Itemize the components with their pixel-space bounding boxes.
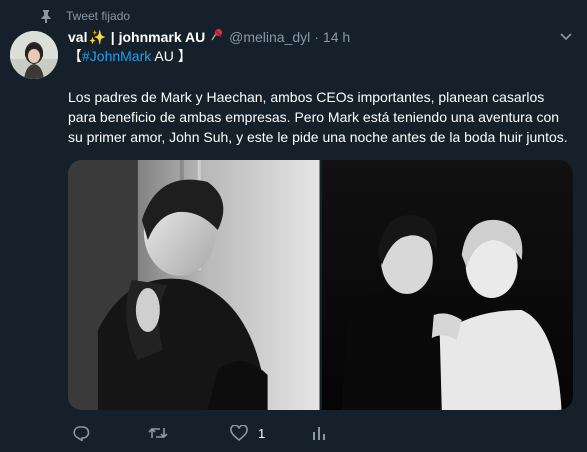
analytics-button[interactable] <box>312 425 326 441</box>
sparkle-icon: ✨ <box>88 29 106 45</box>
like-button[interactable]: 1 <box>230 425 265 441</box>
tweet-timestamp[interactable]: 14 h <box>323 29 350 45</box>
media-photo-left[interactable] <box>68 160 320 410</box>
retweet-icon <box>148 427 168 439</box>
retweet-button[interactable] <box>148 425 168 441</box>
open-bracket: 【 <box>68 48 82 64</box>
reply-icon <box>73 426 90 441</box>
pinned-label: Tweet fijado <box>66 9 131 23</box>
pushpin-icon <box>211 28 223 41</box>
user-handle[interactable]: @melina_dyl <box>229 29 310 45</box>
header-separator: · <box>314 29 319 45</box>
reply-button[interactable] <box>72 425 90 441</box>
chevron-down-icon[interactable] <box>560 32 572 42</box>
pin-icon <box>41 10 51 23</box>
tweet-header: val✨ | johnmark AU @melina_dyl · 14 h <box>68 27 350 47</box>
heart-icon <box>230 425 248 441</box>
tweet-body: Los padres de Mark y Haechan, ambos CEOs… <box>68 89 568 145</box>
avatar[interactable] <box>10 31 58 79</box>
like-count: 1 <box>258 425 266 441</box>
hashtag-line: 【#JohnMark AU 】 <box>68 46 192 66</box>
hashtag-line-rest: AU 】 <box>151 48 192 64</box>
display-name-prefix: val <box>68 29 88 45</box>
display-name[interactable]: val✨ | johnmark AU <box>68 28 224 46</box>
pinned-indicator: Tweet fijado <box>40 8 130 24</box>
hashtag-link[interactable]: #JohnMark <box>82 48 151 64</box>
tweet[interactable]: Tweet fijado val✨ | johnmark AU @melina_… <box>0 0 587 452</box>
photo-left-image <box>68 160 320 410</box>
analytics-icon <box>313 427 325 440</box>
media-grid <box>68 160 573 410</box>
tweet-actions: 1 <box>68 422 368 444</box>
photo-right-image <box>321 160 573 410</box>
avatar-photo <box>10 31 58 79</box>
media-photo-right[interactable] <box>321 160 573 410</box>
display-name-suffix: | johnmark AU <box>106 29 206 45</box>
